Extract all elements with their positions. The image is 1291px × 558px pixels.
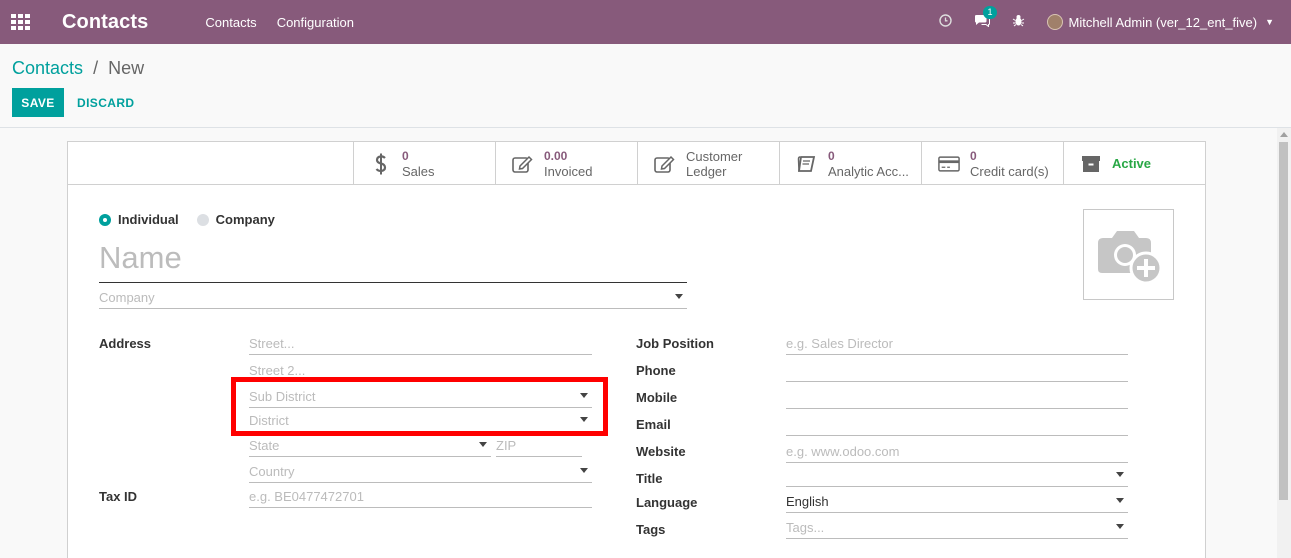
individual-radio[interactable] xyxy=(99,213,111,226)
customer-ledger-smart-button[interactable]: Customer Ledger xyxy=(637,142,779,185)
pencil-square-icon xyxy=(512,153,534,175)
app-brand: Contacts xyxy=(62,10,149,33)
user-menu[interactable]: Mitchell Admin (ver_12_ent_five) ▼ xyxy=(1047,14,1274,30)
job-position-input[interactable]: e.g. Sales Director xyxy=(786,336,1128,355)
breadcrumb-contacts[interactable]: Contacts xyxy=(12,58,83,78)
analytic-accounts-value: 0 xyxy=(828,148,835,163)
menu-contacts[interactable]: Contacts xyxy=(205,15,256,30)
tags-select[interactable]: Tags... xyxy=(786,520,1128,539)
tags-label: Tags xyxy=(636,522,666,537)
address-label: Address xyxy=(99,336,152,351)
website-input[interactable]: e.g. www.odoo.com xyxy=(786,444,1128,463)
website-label: Website xyxy=(636,444,686,459)
chevron-down-icon: ▼ xyxy=(1265,17,1274,27)
breadcrumb-separator: / xyxy=(93,58,99,78)
country-select[interactable]: Country xyxy=(249,464,592,483)
customer-ledger-line1: Customer xyxy=(686,148,743,164)
highlight-annotation-box xyxy=(231,377,608,436)
analytic-accounts-smart-button[interactable]: 0 Analytic Acc... xyxy=(779,142,921,185)
title-label: Title xyxy=(636,471,663,486)
caret-down-icon xyxy=(580,468,588,473)
menu-configuration[interactable]: Configuration xyxy=(277,15,354,30)
bug-icon[interactable] xyxy=(1012,14,1025,30)
phone-label: Phone xyxy=(636,363,676,378)
sales-label: Sales xyxy=(402,163,435,179)
caret-down-icon xyxy=(1116,524,1124,529)
credit-card-icon xyxy=(938,153,960,175)
job-position-label: Job Position xyxy=(636,336,714,351)
invoiced-value: 0.00 xyxy=(544,148,568,163)
phone-input[interactable] xyxy=(786,363,1128,382)
title-select[interactable] xyxy=(786,468,1128,487)
company-placeholder: Company xyxy=(99,290,155,305)
caret-down-icon xyxy=(479,442,487,447)
top-navbar: Contacts Contacts Configuration 1 Mitche… xyxy=(0,0,1291,44)
country-placeholder: Country xyxy=(249,464,295,479)
active-label: Active xyxy=(1112,156,1152,171)
company-radio[interactable] xyxy=(196,213,209,226)
clock-icon[interactable] xyxy=(939,14,953,30)
book-icon xyxy=(796,153,818,175)
caret-down-icon xyxy=(675,294,683,299)
caret-down-icon xyxy=(1116,472,1124,477)
caret-down-icon xyxy=(1116,498,1124,503)
language-value: English xyxy=(786,494,829,509)
vertical-scrollbar[interactable] xyxy=(1277,128,1291,558)
message-count-badge: 1 xyxy=(983,6,997,19)
tax-id-input[interactable]: e.g. BE0477472701 xyxy=(249,489,592,508)
sales-smart-button[interactable]: 0 Sales xyxy=(353,142,495,185)
mobile-label: Mobile xyxy=(636,390,678,405)
active-toggle-button[interactable]: Active xyxy=(1063,142,1205,185)
individual-label[interactable]: Individual xyxy=(118,212,179,227)
invoiced-smart-button[interactable]: 0.00 Invoiced xyxy=(495,142,637,185)
scrollbar-thumb[interactable] xyxy=(1279,142,1288,500)
control-panel-divider xyxy=(0,127,1291,128)
discard-button[interactable]: DISCARD xyxy=(77,88,134,117)
company-select[interactable]: Company xyxy=(99,290,687,309)
credit-cards-value: 0 xyxy=(970,148,977,163)
apps-menu-icon[interactable] xyxy=(11,14,31,30)
mobile-input[interactable] xyxy=(786,390,1128,409)
smart-buttons-bar: 0 Sales 0.00 Invoiced Customer Ledger 0 … xyxy=(68,142,1205,185)
camera-plus-icon xyxy=(1097,230,1162,284)
sales-value: 0 xyxy=(402,148,409,163)
name-input[interactable]: Name xyxy=(99,237,687,283)
customer-ledger-line2: Ledger xyxy=(686,163,727,179)
credit-cards-smart-button[interactable]: 0 Credit card(s) xyxy=(921,142,1063,185)
zip-input[interactable]: ZIP xyxy=(496,438,582,457)
save-button[interactable]: SAVE xyxy=(12,88,64,117)
email-label: Email xyxy=(636,417,671,432)
breadcrumb: Contacts / New xyxy=(12,58,144,79)
scroll-up-arrow-icon[interactable] xyxy=(1280,132,1288,137)
company-type-label[interactable]: Company xyxy=(216,212,275,227)
email-input[interactable] xyxy=(786,417,1128,436)
contact-image-upload[interactable] xyxy=(1083,209,1174,300)
analytic-accounts-label: Analytic Acc... xyxy=(828,163,909,179)
user-name: Mitchell Admin (ver_12_ent_five) xyxy=(1068,14,1258,30)
language-label: Language xyxy=(636,495,698,510)
company-type-radio-group: Individual Company xyxy=(99,212,275,227)
language-select[interactable]: English xyxy=(786,494,1128,513)
credit-cards-label: Credit card(s) xyxy=(970,163,1049,179)
tags-placeholder: Tags... xyxy=(786,520,825,535)
avatar xyxy=(1047,14,1064,30)
state-select[interactable]: State xyxy=(249,438,491,457)
form-sheet: 0 Sales 0.00 Invoiced Customer Ledger 0 … xyxy=(67,141,1206,558)
invoiced-label: Invoiced xyxy=(544,163,593,179)
chat-icon[interactable]: 1 xyxy=(974,6,997,30)
tax-id-label: Tax ID xyxy=(99,489,138,504)
state-placeholder: State xyxy=(249,438,280,453)
breadcrumb-current: New xyxy=(108,58,145,78)
street-input[interactable]: Street... xyxy=(249,336,592,355)
archive-icon xyxy=(1080,153,1102,175)
dollar-icon xyxy=(370,153,392,175)
pencil-square-icon xyxy=(654,153,676,175)
